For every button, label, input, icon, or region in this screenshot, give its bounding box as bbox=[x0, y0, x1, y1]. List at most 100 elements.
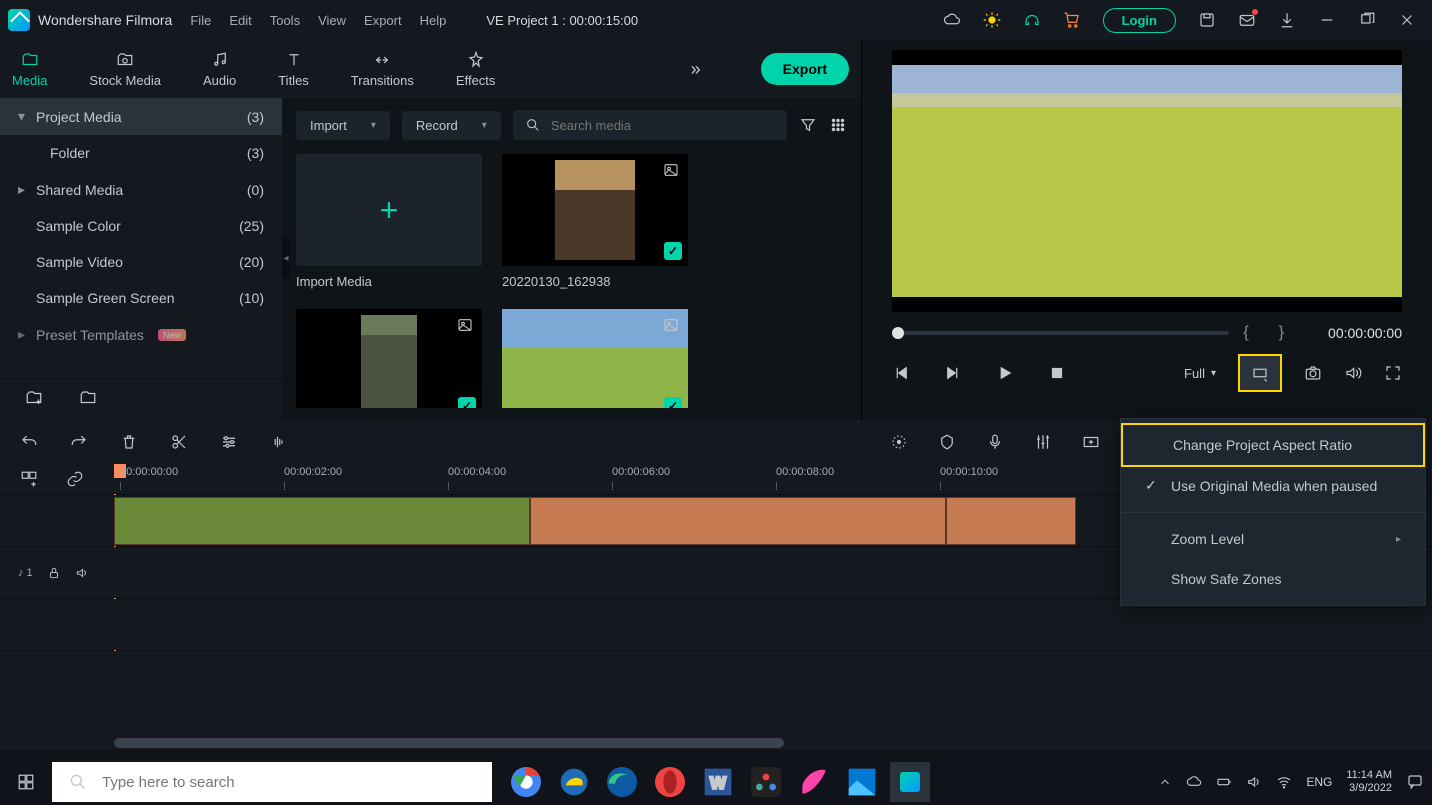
split-icon[interactable] bbox=[170, 433, 188, 451]
stop-icon[interactable] bbox=[1048, 364, 1066, 382]
add-track-icon[interactable] bbox=[1082, 433, 1100, 451]
play-icon[interactable] bbox=[996, 364, 1014, 382]
new-folder-icon[interactable] bbox=[24, 389, 44, 410]
opera-icon[interactable] bbox=[650, 762, 690, 802]
tray-up-icon[interactable] bbox=[1158, 775, 1172, 789]
audio-wave-icon[interactable] bbox=[270, 433, 288, 451]
menu-file[interactable]: File bbox=[190, 13, 211, 28]
marker-icon[interactable] bbox=[938, 433, 956, 451]
filter-icon[interactable] bbox=[799, 116, 817, 134]
cm-zoom-level[interactable]: Zoom Level▸ bbox=[1121, 519, 1425, 559]
save-icon[interactable] bbox=[1198, 11, 1216, 29]
thumb-clip-1[interactable]: ✓ 20220130_162938 bbox=[502, 154, 688, 289]
sidebar-folder[interactable]: Folder(3) bbox=[0, 135, 282, 171]
ie-icon[interactable] bbox=[554, 762, 594, 802]
onedrive-icon[interactable] bbox=[1186, 774, 1202, 790]
adjust-icon[interactable] bbox=[220, 433, 238, 451]
download-icon[interactable] bbox=[1278, 11, 1296, 29]
start-button[interactable] bbox=[0, 773, 52, 791]
menu-help[interactable]: Help bbox=[420, 13, 447, 28]
volume-icon[interactable] bbox=[1344, 364, 1362, 382]
voiceover-icon[interactable] bbox=[986, 433, 1004, 451]
timeline-clip[interactable] bbox=[946, 497, 1076, 545]
sidebar-shared-media[interactable]: ▸Shared Media(0) bbox=[0, 171, 282, 208]
render-icon[interactable] bbox=[890, 433, 908, 451]
delete-icon[interactable] bbox=[120, 433, 138, 451]
paint-icon[interactable] bbox=[794, 762, 834, 802]
aspect-ratio-button[interactable] bbox=[1238, 354, 1282, 392]
cm-change-aspect[interactable]: Change Project Aspect Ratio bbox=[1121, 423, 1425, 467]
battery-icon[interactable] bbox=[1216, 774, 1232, 790]
timeline-clip[interactable] bbox=[114, 497, 530, 545]
mail-icon[interactable] bbox=[1238, 11, 1256, 29]
cm-original-media[interactable]: ✓Use Original Media when paused bbox=[1121, 465, 1425, 506]
filmora-task-icon[interactable] bbox=[890, 762, 930, 802]
search-media[interactable] bbox=[513, 110, 787, 140]
tab-media[interactable]: Media bbox=[12, 51, 47, 88]
tray-clock[interactable]: 11:14 AM 3/9/2022 bbox=[1346, 769, 1392, 795]
tab-titles[interactable]: Titles bbox=[278, 51, 309, 88]
taskbar-search[interactable] bbox=[52, 762, 492, 802]
prev-frame-icon[interactable] bbox=[892, 364, 910, 382]
taskbar-search-input[interactable] bbox=[102, 774, 476, 791]
folder-icon[interactable] bbox=[78, 389, 98, 410]
tab-stock-media[interactable]: Stock Media bbox=[89, 51, 161, 88]
maximize-icon[interactable] bbox=[1358, 11, 1376, 29]
collapse-sidebar-icon[interactable]: ◂ bbox=[282, 238, 290, 278]
sidebar-sample-color[interactable]: Sample Color(25) bbox=[0, 208, 282, 244]
mute-icon[interactable] bbox=[75, 566, 89, 580]
menu-view[interactable]: View bbox=[318, 13, 346, 28]
link-icon[interactable] bbox=[66, 470, 84, 488]
word-icon[interactable]: W bbox=[698, 762, 738, 802]
cart-icon[interactable] bbox=[1063, 11, 1081, 29]
seek-slider[interactable] bbox=[892, 331, 1229, 335]
sidebar-project-media[interactable]: ▾Project Media(3) bbox=[0, 98, 282, 135]
sidebar-sample-green[interactable]: Sample Green Screen(10) bbox=[0, 280, 282, 316]
close-icon[interactable] bbox=[1398, 11, 1416, 29]
edge-icon[interactable] bbox=[602, 762, 642, 802]
menu-export[interactable]: Export bbox=[364, 13, 402, 28]
fullscreen-icon[interactable] bbox=[1384, 364, 1402, 382]
audio-mixer-icon[interactable] bbox=[1034, 433, 1052, 451]
in-out-brackets-icon[interactable]: {} bbox=[1243, 324, 1314, 342]
cm-safe-zones[interactable]: Show Safe Zones bbox=[1121, 559, 1425, 599]
next-frame-icon[interactable] bbox=[944, 364, 962, 382]
menu-edit[interactable]: Edit bbox=[229, 13, 251, 28]
tab-audio[interactable]: Audio bbox=[203, 51, 236, 88]
track-manager-icon[interactable] bbox=[20, 470, 38, 488]
chrome-icon[interactable] bbox=[506, 762, 546, 802]
timeline-scrollbar[interactable] bbox=[114, 738, 784, 748]
more-tabs-icon[interactable]: » bbox=[691, 59, 701, 80]
menu-tools[interactable]: Tools bbox=[270, 13, 300, 28]
tray-volume-icon[interactable] bbox=[1246, 774, 1262, 790]
lock-icon[interactable] bbox=[47, 566, 61, 580]
thumb-clip-2[interactable]: ✓ bbox=[296, 309, 482, 408]
wifi-icon[interactable] bbox=[1276, 774, 1292, 790]
redo-icon[interactable] bbox=[70, 433, 88, 451]
login-button[interactable]: Login bbox=[1103, 8, 1176, 33]
support-icon[interactable] bbox=[1023, 11, 1041, 29]
resolve-icon[interactable] bbox=[746, 762, 786, 802]
export-button[interactable]: Export bbox=[761, 53, 849, 85]
titlebar-icons: Login bbox=[943, 8, 1416, 33]
tab-transitions[interactable]: Transitions bbox=[351, 51, 414, 88]
thumb-clip-3[interactable]: ✓ bbox=[502, 309, 688, 408]
cloud-icon[interactable] bbox=[943, 11, 961, 29]
notifications-icon[interactable] bbox=[1406, 773, 1424, 791]
grid-view-icon[interactable] bbox=[829, 116, 847, 134]
sidebar-preset-templates[interactable]: ▸Preset TemplatesNew bbox=[0, 316, 282, 353]
photos-icon[interactable] bbox=[842, 762, 882, 802]
timeline-clip[interactable] bbox=[530, 497, 946, 545]
lang-indicator[interactable]: ENG bbox=[1306, 775, 1332, 789]
tips-icon[interactable] bbox=[983, 11, 1001, 29]
quality-dropdown[interactable]: Full▾ bbox=[1184, 366, 1216, 381]
thumb-import[interactable]: + Import Media bbox=[296, 154, 482, 289]
minimize-icon[interactable] bbox=[1318, 11, 1336, 29]
undo-icon[interactable] bbox=[20, 433, 38, 451]
tab-effects[interactable]: Effects bbox=[456, 51, 496, 88]
snapshot-icon[interactable] bbox=[1304, 364, 1322, 382]
search-input[interactable] bbox=[551, 118, 775, 133]
import-dropdown[interactable]: Import▾ bbox=[296, 111, 390, 140]
record-dropdown[interactable]: Record▾ bbox=[402, 111, 501, 140]
sidebar-sample-video[interactable]: Sample Video(20) bbox=[0, 244, 282, 280]
